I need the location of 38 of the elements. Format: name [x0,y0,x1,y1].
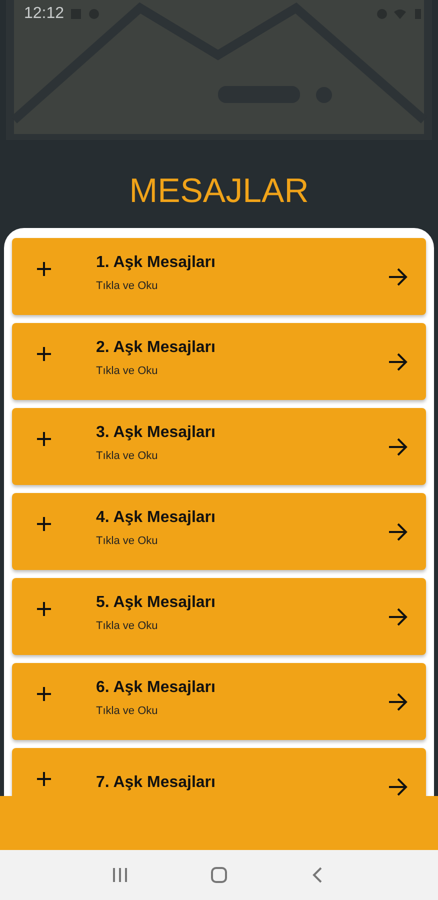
message-category-item[interactable]: 5. Aşk Mesajları Tıkla ve Oku [12,578,426,655]
item-title: 3. Aşk Mesajları [96,424,216,442]
item-title: 7. Aşk Mesajları [96,774,216,792]
arrow-right-icon [388,778,408,796]
arrow-right-icon [388,608,408,626]
item-subtitle: Tıkla ve Oku [96,534,159,546]
arrow-right-icon [388,692,408,710]
message-category-item[interactable]: 4. Aşk Mesajları Tıkla ve Oku [12,493,426,570]
item-title: 1. Aşk Mesajları [96,254,216,272]
message-category-item[interactable]: 1. Aşk Mesajları Tıkla ve Oku [12,238,426,315]
message-category-item[interactable]: 6. Aşk Mesajları Tıkla ve Oku [12,663,426,740]
item-title: 2. Aşk Mesajları [96,338,216,356]
plus-icon [36,346,52,362]
item-subtitle: Tıkla ve Oku [96,364,159,376]
item-subtitle: Tıkla ve Oku [96,450,159,462]
plus-icon [36,600,52,616]
item-subtitle: Tıkla ve Oku [96,280,159,292]
message-category-item[interactable]: 7. Aşk Mesajları [12,748,426,796]
page-title: MESAJLAR [129,171,309,211]
message-category-item[interactable]: 3. Aşk Mesajları Tıkla ve Oku [12,408,426,485]
item-title: 4. Aşk Mesajları [96,508,216,526]
item-title: 6. Aşk Mesajları [96,678,216,696]
plus-icon [36,770,52,786]
item-subtitle: Tıkla ve Oku [96,620,159,632]
arrow-right-icon [388,522,408,540]
plus-icon [36,260,52,276]
item-subtitle: Tıkla ve Oku [96,704,159,716]
recent-apps-icon[interactable] [110,866,129,884]
arrow-right-icon [388,268,408,286]
home-icon[interactable] [210,866,228,884]
arrow-right-icon [388,352,408,370]
arrow-right-icon [388,438,408,456]
plus-icon [36,686,52,702]
status-time: 12:12 [24,5,64,23]
item-title: 5. Aşk Mesajları [96,594,216,612]
message-category-item[interactable]: 2. Aşk Mesajları Tıkla ve Oku [12,323,426,400]
plus-icon [36,430,52,446]
plus-icon [36,516,52,532]
